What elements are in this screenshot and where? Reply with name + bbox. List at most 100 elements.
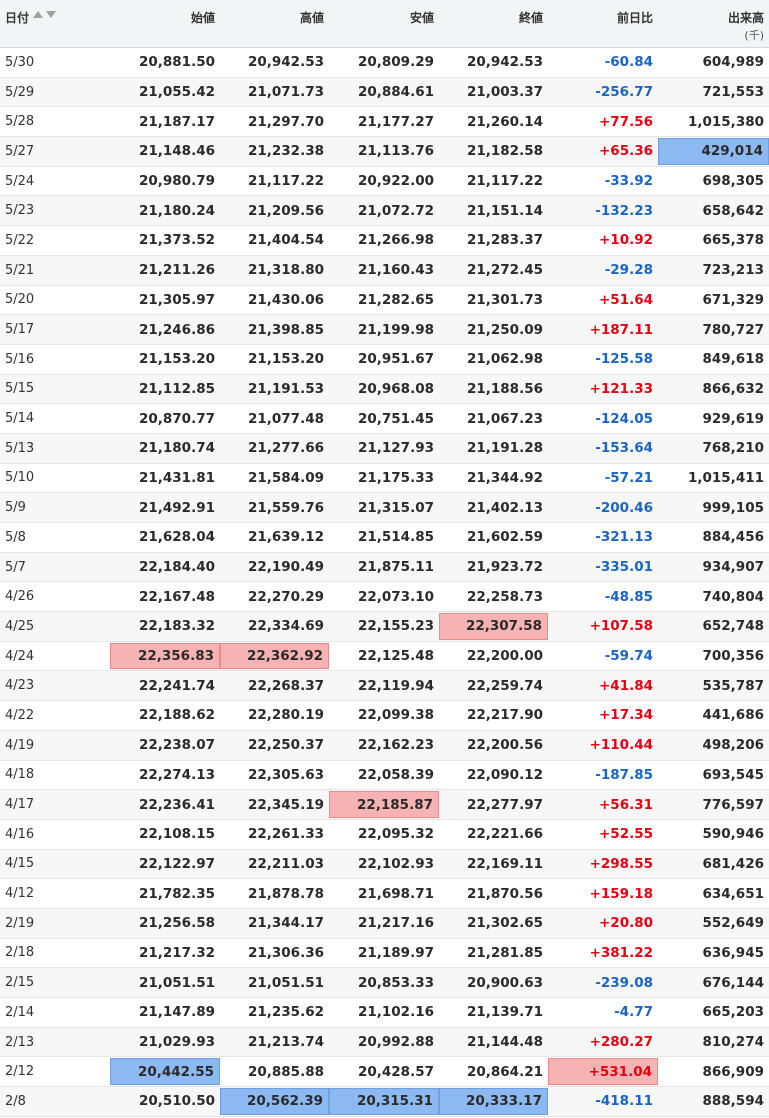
cell-high: 21,306.36 <box>247 944 324 961</box>
cell-change: -239.08 <box>595 974 653 991</box>
cell-close: 22,258.73 <box>466 588 543 605</box>
table-row: 5/8 21,628.04 21,639.12 21,514.85 21,602.59 -… <box>0 523 769 553</box>
table-row: 5/13 21,180.74 21,277.66 21,127.93 21,191.28… <box>0 433 769 464</box>
header-low: 安値 <box>409 11 434 25</box>
cell-close: 22,221.66 <box>466 826 543 843</box>
cell-open: 21,217.32 <box>138 944 215 961</box>
cell-close: 21,188.56 <box>466 380 543 397</box>
cell-high: 21,584.09 <box>247 469 324 486</box>
table-row: 2/8 20,510.50 20,562.39 20,315.31 20,333.17 -… <box>0 1087 769 1117</box>
cell-high: 21,277.66 <box>247 440 324 457</box>
table-row: 4/25 22,183.32 22,334.69 22,155.23 22,307.58… <box>0 612 769 642</box>
cell-high: 21,213.74 <box>247 1034 324 1051</box>
table-row: 4/15 22,122.97 22,211.03 22,102.93 22,169.11… <box>0 849 769 880</box>
cell-date: 4/25 <box>5 618 35 634</box>
cell-close: 21,301.73 <box>466 291 543 308</box>
cell-volume: 552,649 <box>702 915 765 932</box>
cell-high: 21,559.76 <box>247 499 324 516</box>
cell-close: 22,200.56 <box>466 737 543 754</box>
cell-date: 5/14 <box>5 411 35 427</box>
cell-open: 22,167.48 <box>138 588 215 605</box>
cell-volume: 441,686 <box>702 707 765 724</box>
cell-change: -33.92 <box>604 173 653 190</box>
header-volume-unit: (千) <box>744 29 764 42</box>
header-change: 前日比 <box>616 11 653 25</box>
cell-volume: 866,632 <box>702 380 765 397</box>
cell-volume: 999,105 <box>702 499 765 516</box>
cell-close: 22,307.58 <box>439 613 548 640</box>
cell-close: 21,062.98 <box>466 351 543 368</box>
header-date[interactable]: 日付 <box>0 0 110 47</box>
cell-close: 21,144.48 <box>466 1034 543 1051</box>
cell-close: 21,870.56 <box>466 885 543 902</box>
cell-close: 21,602.59 <box>466 529 543 546</box>
cell-open: 22,188.62 <box>138 707 215 724</box>
cell-close: 21,302.65 <box>466 915 543 932</box>
cell-date: 5/30 <box>5 54 35 70</box>
cell-low: 21,199.98 <box>357 321 434 338</box>
cell-low: 22,058.39 <box>357 766 434 783</box>
cell-high: 22,334.69 <box>247 618 324 635</box>
cell-low: 22,099.38 <box>357 707 434 724</box>
cell-low: 21,175.33 <box>357 469 434 486</box>
cell-high: 21,878.78 <box>247 885 324 902</box>
cell-change: +187.11 <box>589 321 653 338</box>
cell-date: 5/29 <box>5 84 35 100</box>
cell-open: 21,051.51 <box>138 974 215 991</box>
cell-high: 21,235.62 <box>247 1004 324 1021</box>
cell-high: 22,362.92 <box>220 642 329 670</box>
cell-low: 21,282.65 <box>357 291 434 308</box>
cell-open: 21,246.86 <box>138 321 215 338</box>
cell-high: 22,261.33 <box>247 826 324 843</box>
cell-volume: 1,015,411 <box>687 469 764 486</box>
cell-close: 21,191.28 <box>466 440 543 457</box>
cell-low: 21,266.98 <box>357 232 434 249</box>
cell-close: 20,900.63 <box>466 974 543 991</box>
cell-low: 20,428.57 <box>357 1063 434 1080</box>
cell-volume: 693,545 <box>702 766 765 783</box>
cell-open: 21,628.04 <box>138 529 215 546</box>
cell-date: 5/27 <box>5 143 35 159</box>
table-row: 2/13 21,029.93 21,213.74 20,992.88 21,144.48… <box>0 1027 769 1058</box>
cell-change: +298.55 <box>589 855 653 872</box>
table-row: 5/29 21,055.42 21,071.73 20,884.61 21,003.37… <box>0 77 769 108</box>
table-row: 4/24 22,356.83 22,362.92 22,125.48 22,200.00… <box>0 642 769 672</box>
table-row: 5/14 20,870.77 21,077.48 20,751.45 21,067.23… <box>0 404 769 434</box>
cell-high: 21,398.85 <box>247 321 324 338</box>
cell-high: 21,209.56 <box>247 202 324 219</box>
cell-date: 2/13 <box>5 1034 35 1050</box>
cell-change: +77.56 <box>598 113 653 130</box>
cell-low: 20,884.61 <box>357 84 434 101</box>
cell-volume: 535,787 <box>702 677 765 694</box>
cell-change: +51.64 <box>598 291 653 308</box>
cell-low: 20,315.31 <box>329 1088 439 1115</box>
table-row: 2/18 21,217.32 21,306.36 21,189.97 21,281.85… <box>0 939 769 969</box>
table-row: 5/27 21,148.46 21,232.38 21,113.76 21,182.58… <box>0 137 769 167</box>
header-open: 始値 <box>190 11 215 25</box>
cell-date: 5/16 <box>5 351 35 367</box>
cell-close: 21,067.23 <box>466 410 543 427</box>
cell-date: 5/8 <box>5 529 26 545</box>
cell-volume: 888,594 <box>702 1093 765 1110</box>
cell-change: -200.46 <box>595 499 653 516</box>
cell-volume: 934,907 <box>702 559 765 576</box>
cell-open: 21,431.81 <box>138 469 215 486</box>
cell-volume: 634,651 <box>702 885 765 902</box>
cell-open: 22,122.97 <box>138 855 215 872</box>
table-row: 5/28 21,187.17 21,297.70 21,177.27 21,260.14… <box>0 107 769 138</box>
sort-descending-icon[interactable] <box>46 11 57 18</box>
cell-open: 21,055.42 <box>138 84 215 101</box>
cell-low: 22,073.10 <box>357 588 434 605</box>
cell-date: 5/7 <box>5 559 26 575</box>
cell-date: 5/13 <box>5 440 35 456</box>
cell-date: 4/16 <box>5 826 35 842</box>
cell-volume: 849,618 <box>702 351 765 368</box>
cell-date: 4/15 <box>5 856 35 872</box>
cell-change: -4.77 <box>614 1004 653 1021</box>
cell-date: 4/19 <box>5 737 35 753</box>
cell-low: 20,922.00 <box>357 173 434 190</box>
header-close: 終値 <box>518 11 543 25</box>
table-row: 4/18 22,274.13 22,305.63 22,058.39 22,090.12… <box>0 761 769 791</box>
sort-ascending-icon[interactable] <box>33 11 44 18</box>
table-row: 5/24 20,980.79 21,117.22 20,922.00 21,117.22… <box>0 167 769 197</box>
